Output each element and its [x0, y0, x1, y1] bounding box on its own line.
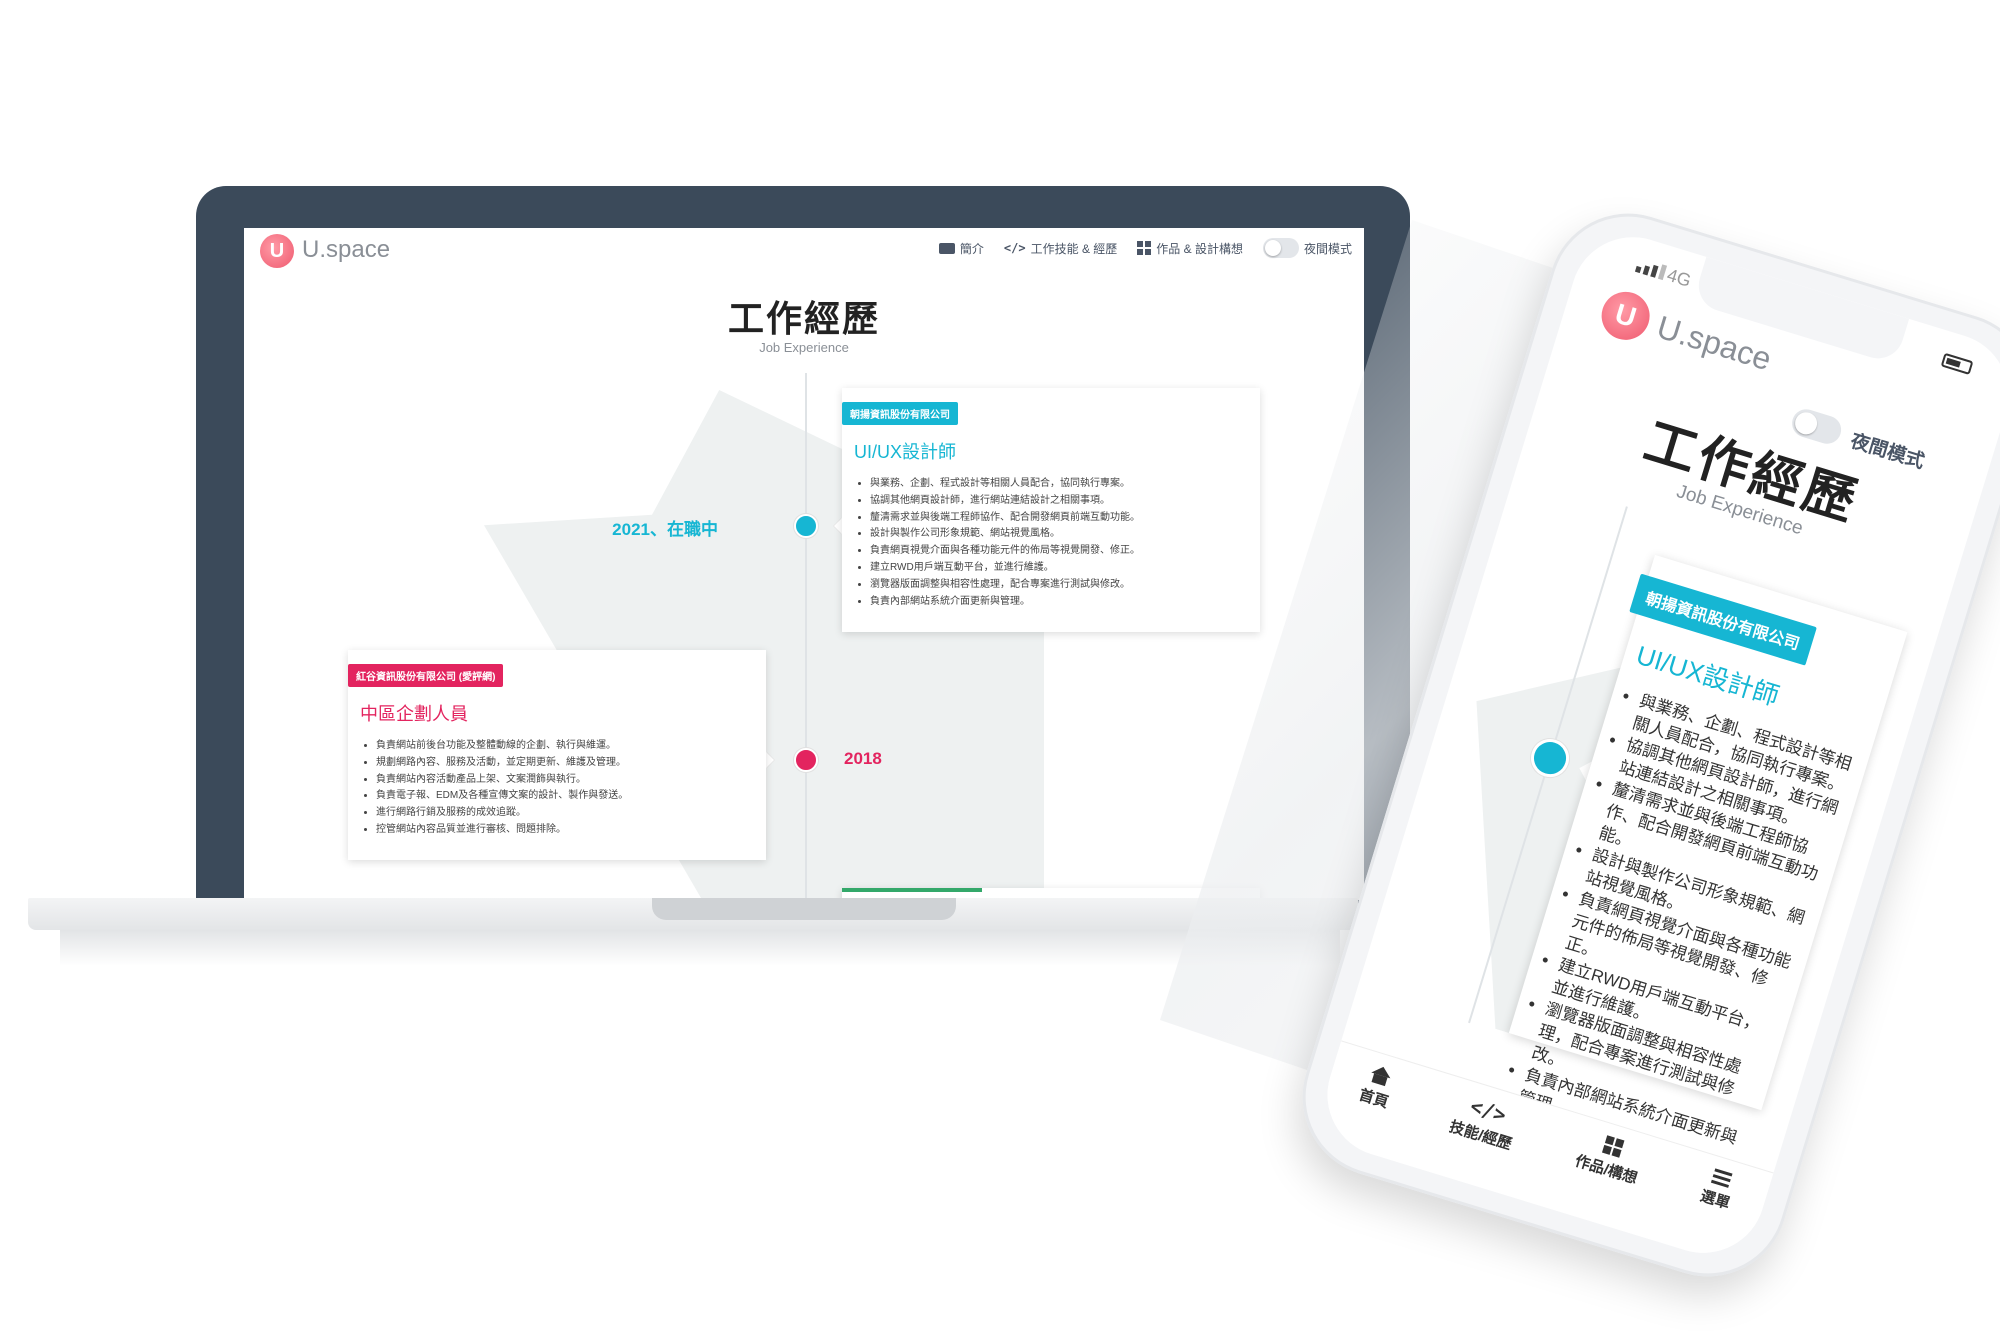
timeline-line	[805, 373, 807, 900]
nav-item-label: 工作技能 & 經歷	[1030, 241, 1118, 256]
page-subtitle: Job Experience	[759, 340, 849, 355]
laptop-notch	[652, 898, 956, 920]
nav-item-label: 作品 & 設計構想	[1156, 241, 1243, 256]
code-icon: </>	[1003, 241, 1026, 255]
grid-icon	[1602, 1135, 1625, 1158]
nav-item-label: 簡介	[959, 241, 984, 256]
duty-item: 與業務、企劃、程式設計等相關人員配合，協同執行專案。	[870, 476, 1140, 493]
company-badge: 紅谷資訊股份有限公司 (愛評網)	[348, 664, 504, 687]
duty-list: 負責網站前後台功能及整體動線的企劃、執行與維運。 規劃網路內容、服務及活動，並定…	[376, 738, 628, 839]
nav-item-works[interactable]: 作品 & 設計構想	[1137, 240, 1243, 257]
timeline-period: 2021、在職中	[612, 520, 718, 539]
signal-icon	[1634, 257, 1668, 281]
grid-icon	[1137, 241, 1152, 255]
nav-item-skills[interactable]: </> 工作技能 & 經歷	[1004, 240, 1117, 257]
timeline-dot	[794, 514, 818, 538]
duty-item: 協調其他網頁設計師，進行網站連結設計之相關事項。	[870, 493, 1140, 510]
laptop-base-shadow	[60, 930, 1340, 966]
battery-icon	[1940, 352, 1974, 375]
home-icon	[1369, 1064, 1393, 1087]
experience-card: 朝揚資訊股份有限公司 UI/UX設計師 與業務、企劃、程式設計等相關人員配合，協…	[842, 388, 1260, 632]
duty-item: 控管網站內容品質並進行審核、問題排除。	[376, 822, 628, 839]
tab-home[interactable]: 首頁	[1356, 1062, 1397, 1112]
tab-menu[interactable]: 選單	[1698, 1167, 1738, 1214]
menu-icon	[1710, 1168, 1733, 1188]
nav-item-intro[interactable]: 簡介	[938, 240, 984, 257]
top-nav: U U.space 簡介 </> 工作技能 & 經歷 作品 & 設計構想 夜間模…	[244, 228, 1364, 288]
logo-mark[interactable]: U	[260, 234, 294, 268]
card-pointer	[834, 518, 842, 534]
tab-label: 首頁	[1356, 1086, 1391, 1112]
duty-item: 負責電子報、EDM及各種宣傳文案的設計、製作與發送。	[376, 788, 628, 805]
duty-item: 瀏覽器版面調整與相容性處理，配合專案進行測試與修改。	[870, 577, 1140, 594]
duty-item: 進行網路行銷及服務的成效追蹤。	[376, 805, 628, 822]
duty-item: 建立RWD用戶端互動平台，並進行維護。	[870, 560, 1140, 577]
night-mode-toggle[interactable]	[1262, 238, 1299, 258]
job-role: 中區企劃人員	[360, 704, 468, 724]
logo-mark[interactable]: U	[1595, 285, 1656, 346]
duty-item: 負責網站前後台功能及整體動線的企劃、執行與維運。	[376, 738, 628, 755]
tab-skills[interactable]: </> 技能/經歷	[1447, 1091, 1522, 1155]
experience-card: 紅谷資訊股份有限公司 (愛評網) 中區企劃人員 負責網站前後台功能及整體動線的企…	[348, 650, 766, 860]
laptop-screen: U U.space 簡介 </> 工作技能 & 經歷 作品 & 設計構想 夜間模…	[244, 228, 1364, 900]
job-role: UI/UX設計師	[854, 442, 957, 462]
tab-label: 技能/經歷	[1447, 1118, 1514, 1154]
company-badge: 朝揚資訊股份有限公司	[842, 402, 958, 425]
duty-item: 負責網站內容活動產品上架、文案潤飾與執行。	[376, 772, 628, 789]
id-card-icon	[938, 242, 955, 254]
duty-list: 與業務、企劃、程式設計等相關人員配合，協同執行專案。 協調其他網頁設計師，進行網…	[870, 476, 1140, 610]
duty-item: 負責內部網站系統介面更新與管理。	[870, 594, 1140, 611]
timeline-dot	[794, 748, 818, 772]
tab-label: 作品/構想	[1572, 1152, 1640, 1188]
tab-works[interactable]: 作品/構想	[1573, 1129, 1647, 1189]
logo-text[interactable]: U.space	[302, 236, 390, 264]
nav-menu: 簡介 </> 工作技能 & 經歷 作品 & 設計構想 夜間模式	[938, 238, 1352, 258]
night-mode: 夜間模式	[1262, 238, 1352, 258]
network-type: 4G	[1664, 264, 1694, 291]
duty-item: 規劃網路內容、服務及活動，並定期更新、維護及管理。	[376, 755, 628, 772]
page-title: 工作經歷	[727, 298, 880, 339]
company-badge-partial	[842, 888, 982, 892]
duty-item: 釐清需求並與後端工程師協作、配合開發網頁前端互動功能。	[870, 510, 1140, 527]
timeline-period: 2018	[844, 749, 882, 768]
card-pointer	[766, 752, 774, 768]
duty-item: 負責網頁視覺介面與各種功能元件的佈局等視覺開發、修正。	[870, 543, 1140, 560]
duty-item: 設計與製作公司形象規範、網站視覺風格。	[870, 526, 1140, 543]
tab-label: 選單	[1698, 1187, 1732, 1213]
night-mode-label: 夜間模式	[1303, 241, 1352, 256]
